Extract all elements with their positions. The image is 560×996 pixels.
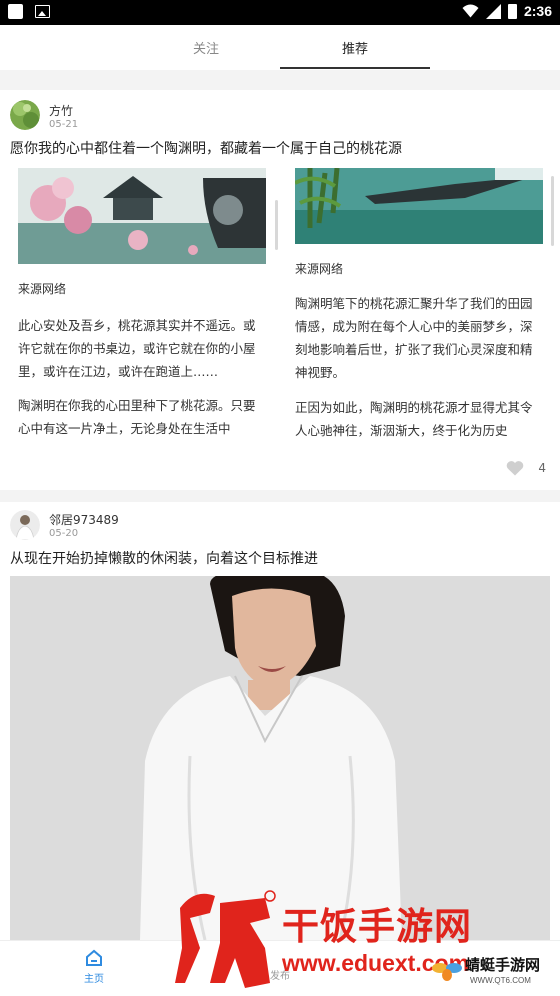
author-name[interactable]: 方竹 [49,102,73,119]
active-tab-indicator [280,67,430,69]
author-name[interactable]: 邻居973489 [49,511,119,528]
feed-post[interactable]: 方竹 05-21 愿你我的心中都住着一个陶渊明，都藏着一个属于自己的桃花源 来源… [0,90,560,490]
battery-icon [507,3,517,19]
watermark: 干饭手游网 www.eduext.com 蜻蜓手游网 WWW.QT6.COM [170,888,560,993]
tab-bar: 关注 推荐 [0,25,560,70]
paragraph: 此心安处及吾乡，桃花源其实并不遥远。或许它就在你的书桌边，或许它就在你的小屋里，… [18,318,256,379]
post-date: 05-21 [49,119,79,130]
wifi-icon [462,4,479,18]
nav-home-label: 主页 [84,974,104,985]
watermark-brand: 干饭手游网 [282,905,472,948]
tab-following[interactable]: 关注 [193,38,219,57]
post-title[interactable]: 从现在开始扔掉懒散的休闲装，向着这个目标推进 [10,548,318,568]
avatar[interactable] [10,510,40,540]
like-count: 4 [538,461,546,475]
tab-recommended[interactable]: 推荐 [342,38,368,57]
feed-post[interactable]: 邻居973489 05-20 从现在开始扔掉懒散的休闲装，向着这个目标推进 [0,502,560,940]
feed-divider [0,490,560,502]
content-card[interactable]: 来源网络 陶渊明笔下的桃花源汇聚升华了我们的田园情感，成为附在每个人心中的美丽梦… [295,168,543,468]
clock: 2:36 [523,3,552,19]
post-title[interactable]: 愿你我的心中都住着一个陶渊明，都藏着一个属于自己的桃花源 [10,138,402,158]
home-icon [86,949,102,966]
watermark-secondary-url: WWW.QT6.COM [470,976,531,985]
watermark-secondary: 蜻蜓手游网 [465,956,541,974]
source-label: 来源网络 [295,262,344,276]
post-date: 05-20 [49,528,79,539]
watermark-logo-icon [175,890,276,988]
heart-icon[interactable] [506,460,524,476]
scrollbar[interactable] [551,176,554,246]
content-image [18,168,266,264]
avatar[interactable] [10,100,40,130]
notification-icon [8,4,23,19]
content-card[interactable]: 来源网络 此心安处及吾乡，桃花源其实并不遥远。或许它就在你的书桌边，或许它就在你… [18,168,266,468]
paragraph: 陶渊明在你我的心田里种下了桃花源。只要心中有这一片净土，无论身处在生活中 [18,398,256,436]
gallery-notification-icon [35,5,50,18]
content-image [295,168,543,244]
nav-home[interactable]: 主页 [78,949,110,985]
feed-divider [0,70,560,90]
paragraph: 陶渊明笔下的桃花源汇聚升华了我们的田园情感，成为附在每个人心中的美丽梦乡，深刻地… [295,296,533,380]
dragonfly-icon [432,963,462,981]
status-bar: 2:36 [0,0,560,25]
like-group[interactable]: 4 [506,460,546,476]
content-image [10,576,550,940]
scrollbar[interactable] [275,200,278,250]
source-label: 来源网络 [18,282,67,296]
cell-signal-icon [485,3,501,19]
paragraph: 正因为如此，陶渊明的桃花源才显得尤其令人心驰神往，渐洇渐大，终于化为历史 [295,400,533,438]
